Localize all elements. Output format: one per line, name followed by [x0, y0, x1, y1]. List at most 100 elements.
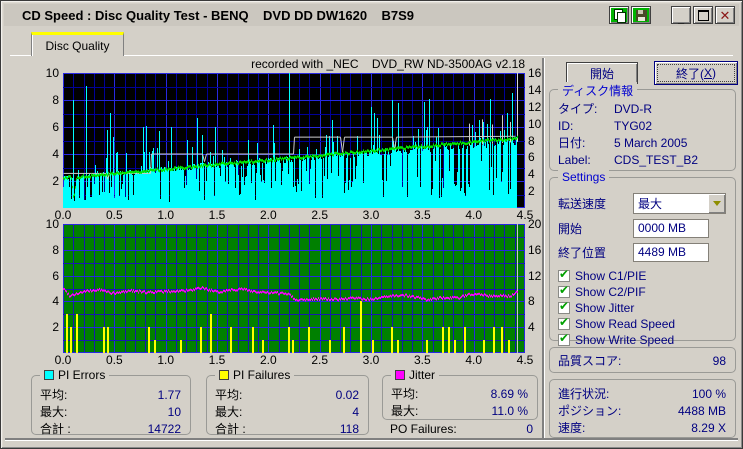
check-icon: ✔	[559, 315, 570, 329]
stat-row: 最大: 4	[215, 404, 359, 420]
minimize-button[interactable]: _	[671, 6, 691, 25]
checkbox-show-c2-pif[interactable]: ✔ Show C2/PIF	[558, 284, 726, 300]
start-button[interactable]: 開始	[566, 62, 638, 84]
check-icon: ✔	[559, 283, 570, 297]
axis-tick-label: 4	[528, 167, 535, 182]
axis-tick-label: 14	[528, 82, 542, 97]
axis-tick-label: 6	[52, 120, 59, 134]
axis-tick-label: 12	[528, 99, 542, 114]
close-icon: ✕	[719, 7, 731, 23]
axis-tick-label: 2	[528, 184, 535, 199]
tab-disc-quality[interactable]: Disc Quality	[31, 32, 124, 56]
axis-tick-label: 2.0	[259, 208, 277, 222]
window-title: CD Speed : Disc Quality Test - BENQ DVD …	[22, 7, 415, 23]
chevron-down-icon	[712, 200, 721, 206]
start-position-field[interactable]: 0000 MB	[633, 218, 709, 238]
check-icon: ✔	[559, 331, 570, 345]
jitter-caption: Jitter	[391, 368, 440, 382]
progress-row: 速度: 8.29 X	[558, 420, 726, 436]
axis-tick-label: 2	[52, 174, 59, 188]
checkbox-icon[interactable]: ✔	[558, 283, 570, 298]
axis-tick-label: 10	[45, 66, 59, 80]
axis-tick-label: 0.5	[105, 353, 123, 367]
jitter-stats-box: Jitter 平均: 8.69 % 最大: 11.0 %	[382, 368, 538, 420]
axis-tick-label: 2	[52, 320, 59, 335]
disc-info-caption: ディスク情報	[558, 82, 638, 99]
axis-tick-label: 3.0	[362, 353, 380, 367]
axis-tick-label: 4.0	[465, 353, 482, 367]
progress-row: ポジション: 4488 MB	[558, 403, 726, 419]
transfer-rate-select[interactable]: 最大	[633, 192, 726, 214]
pi-errors-swatch-icon	[44, 370, 54, 380]
end-position-field[interactable]: 4489 MB	[633, 242, 709, 262]
progress-box: 進行状況: 100 % ポジション: 4488 MB 速度: 8.29 X	[549, 379, 736, 438]
stat-row: 平均: 8.69 %	[391, 386, 528, 402]
settings-caption: Settings	[558, 170, 610, 184]
disc-info-row: Label: CDS_TEST_B2	[558, 152, 699, 167]
checkbox-icon[interactable]: ✔	[558, 315, 570, 330]
axis-tick-label: 8	[528, 294, 535, 309]
axis-tick-label: 12	[528, 268, 542, 283]
axis-tick-label: 16	[528, 242, 542, 257]
maximize-button[interactable]	[693, 6, 713, 24]
combo-dropdown-button[interactable]	[708, 193, 725, 213]
disc-info-row: タイプ: DVD-R	[558, 101, 652, 117]
pi-failures-caption: PI Failures	[215, 368, 295, 382]
stat-row: 合計 :14722	[40, 421, 181, 437]
axis-tick-label: 8	[52, 93, 59, 107]
axis-tick-label: 4	[52, 294, 59, 309]
minimize-icon: _	[677, 13, 685, 25]
stat-row: 平均: 0.02	[215, 387, 359, 403]
progress-row: 進行状況: 100 %	[558, 386, 726, 402]
disc-info-row: ID: TYG02	[558, 118, 653, 133]
checkbox-icon[interactable]: ✔	[558, 300, 570, 314]
disc-info-box: ディスク情報 タイプ: DVD-R ID: TYG02 日付: 5 March 200…	[549, 82, 736, 171]
pi-errors-caption: PI Errors	[40, 368, 110, 382]
axis-tick-label: 20	[528, 217, 542, 231]
checkbox-show-write-speed[interactable]: ✔ Show Write Speed	[558, 332, 726, 348]
recorded-with-label: recorded with _NEC DVD_RW ND-3500AG v2.1…	[251, 57, 525, 71]
axis-tick-label: 0.0	[54, 353, 72, 367]
settings-box: Settings 転送速度 最大 開始 0000 MB 終了位置 4489 MB…	[549, 170, 736, 347]
maximize-icon	[697, 9, 709, 21]
save-button[interactable]	[631, 6, 651, 24]
panel-divider	[542, 58, 544, 439]
pi-failures-swatch-icon	[219, 370, 229, 380]
checkbox-show-c1-pie[interactable]: ✔ Show C1/PIE	[558, 268, 726, 284]
stat-row: 最大: 10	[40, 404, 181, 420]
transfer-rate-row: 転送速度 最大	[558, 190, 726, 216]
axis-tick-label: 1.0	[157, 353, 174, 367]
axis-tick-label: 10	[528, 116, 542, 131]
axis-tick-label: 3.0	[362, 208, 380, 222]
axis-tick-label: 4.5	[516, 208, 534, 222]
checkbox-show-jitter[interactable]: ✔ Show Jitter	[558, 300, 726, 316]
axis-tick-label: 0.5	[105, 208, 123, 222]
checkbox-icon[interactable]: ✔	[558, 331, 570, 346]
checkbox-show-read-speed[interactable]: ✔ Show Read Speed	[558, 316, 726, 332]
axis-tick-label: 1.5	[208, 208, 226, 222]
jitter-swatch-icon	[395, 370, 405, 380]
axis-tick-label: 8	[52, 242, 59, 257]
pi-errors-chart	[63, 73, 525, 208]
disc-info-row: 日付: 5 March 2005	[558, 135, 688, 151]
checkbox-icon[interactable]: ✔	[558, 268, 570, 282]
po-failures-row: PO Failures: 0	[390, 422, 533, 436]
screenshot-button[interactable]	[609, 6, 629, 24]
axis-tick-label: 16	[528, 66, 542, 80]
axis-tick-label: 8	[528, 133, 535, 148]
axis-tick-label: 4.0	[465, 208, 482, 222]
copy-icon	[613, 9, 626, 23]
axis-tick-label: 3.5	[413, 353, 431, 367]
pi-errors-stats-box: PI Errors 平均: 1.77 最大: 10 合計 :14722	[31, 368, 191, 437]
exit-button[interactable]: 終了(X)	[654, 61, 738, 85]
end-position-row: 終了位置 4489 MB	[558, 240, 726, 264]
pi-failures-jitter-chart	[63, 224, 525, 353]
axis-tick-label: 2.5	[311, 208, 328, 222]
quality-score-row: 品質スコア: 98	[558, 353, 726, 369]
start-position-row: 開始 0000 MB	[558, 216, 726, 240]
close-button[interactable]: ✕	[715, 6, 735, 24]
axis-tick-label: 4.5	[516, 353, 534, 367]
stat-row: 合計 :118	[215, 421, 359, 437]
title-bar[interactable]: CD Speed : Disc Quality Test - BENQ DVD …	[4, 4, 739, 26]
axis-tick-label: 1.0	[157, 208, 174, 222]
